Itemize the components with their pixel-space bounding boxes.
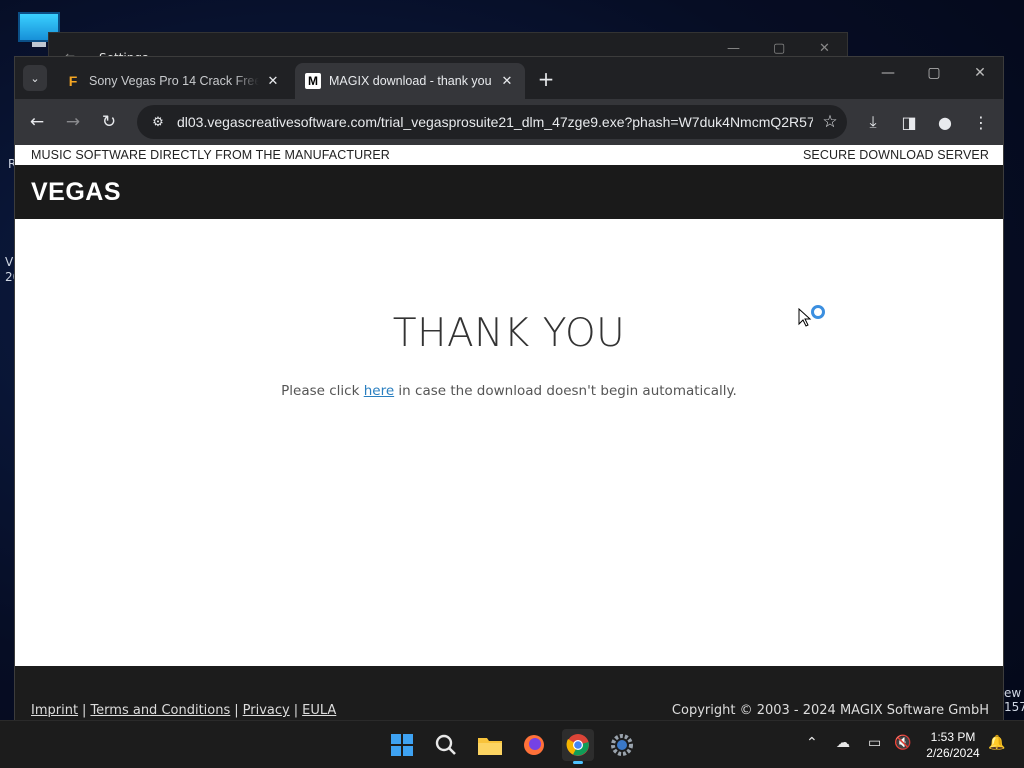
topbar-tagline: MUSIC SOFTWARE DIRECTLY FROM THE MANUFAC… bbox=[31, 148, 390, 162]
folder-icon bbox=[478, 738, 502, 755]
url-text[interactable]: dl03.vegascreativesoftware.com/trial_veg… bbox=[173, 114, 813, 130]
site-info-icon[interactable]: ⚙ bbox=[143, 115, 173, 130]
clock-date: 2/26/2024 bbox=[926, 746, 980, 760]
show-hidden-icons-chevron-icon[interactable]: ⌃ bbox=[806, 735, 818, 751]
browser-toolbar: ← → ↻ ⚙ dl03.vegascreativesoftware.com/t… bbox=[15, 99, 1003, 145]
chrome-button[interactable] bbox=[562, 729, 594, 764]
forward-arrow-icon[interactable]: → bbox=[61, 110, 85, 134]
close-icon[interactable]: ✕ bbox=[819, 41, 830, 56]
manual-download-link[interactable]: here bbox=[364, 383, 394, 399]
start-button[interactable] bbox=[386, 729, 418, 761]
chrome-icon bbox=[566, 734, 589, 756]
copyright-text: Copyright © 2003 - 2024 MAGIX Software G… bbox=[671, 703, 989, 718]
tab-title: Sony Vegas Pro 14 Crack Free Download bbox=[89, 74, 259, 88]
web-page: MUSIC SOFTWARE DIRECTLY FROM THE MANUFAC… bbox=[15, 145, 1003, 720]
main-content: THANK YOU Please click here in case the … bbox=[15, 219, 1003, 666]
page-topbar: MUSIC SOFTWARE DIRECTLY FROM THE MANUFAC… bbox=[15, 145, 1003, 165]
clock-time: 1:53 PM bbox=[930, 730, 976, 744]
file-explorer-button[interactable] bbox=[474, 729, 506, 761]
close-tab-icon[interactable]: ✕ bbox=[265, 73, 281, 89]
tab-search-button[interactable]: ⌄ bbox=[23, 65, 47, 91]
firefox-icon bbox=[524, 735, 544, 755]
firefox-button[interactable] bbox=[518, 729, 550, 761]
page-title: THANK YOU bbox=[392, 311, 626, 356]
system-clock[interactable]: 1:53 PM 2/26/2024 bbox=[918, 729, 988, 761]
favicon-f-icon: F bbox=[68, 73, 78, 89]
close-window-icon[interactable]: ✕ bbox=[965, 65, 995, 81]
eula-link[interactable]: EULA bbox=[302, 703, 336, 718]
maximize-icon[interactable]: ▢ bbox=[773, 41, 785, 56]
chrome-browser-window: ⌄ F Sony Vegas Pro 14 Crack Free Downloa… bbox=[14, 56, 1004, 720]
download-message: Please click here in case the download d… bbox=[281, 383, 737, 399]
vegas-logo[interactable]: VEGAS bbox=[31, 178, 121, 207]
tab-magix-download[interactable]: M MAGIX download - thank you ✕ bbox=[295, 63, 525, 99]
tab-title: MAGIX download - thank you bbox=[329, 74, 492, 88]
side-panel-icon[interactable]: ◨ bbox=[897, 110, 921, 134]
tab-sony-vegas-crack[interactable]: F Sony Vegas Pro 14 Crack Free Download … bbox=[55, 63, 291, 99]
windows-logo-icon bbox=[391, 734, 413, 756]
address-bar[interactable]: ⚙ dl03.vegascreativesoftware.com/trial_v… bbox=[137, 105, 847, 139]
network-icon[interactable]: ▭ bbox=[868, 735, 881, 751]
footer-links: Imprint | Terms and Conditions | Privacy | EUL… bbox=[31, 703, 337, 718]
brand-header: VEGAS bbox=[15, 165, 1003, 219]
loading-spinner-icon bbox=[811, 305, 825, 319]
new-tab-button[interactable]: + bbox=[535, 67, 557, 91]
back-arrow-icon[interactable]: ← bbox=[25, 110, 49, 134]
volume-muted-icon[interactable]: 🔇 bbox=[894, 735, 911, 751]
notification-bell-icon[interactable]: 🔔 bbox=[988, 735, 1005, 751]
terms-link[interactable]: Terms and Conditions bbox=[90, 703, 230, 718]
tab-strip: ⌄ F Sony Vegas Pro 14 Crack Free Downloa… bbox=[15, 57, 1003, 99]
desktop-label-fragment: 157 bbox=[1004, 700, 1024, 714]
reload-icon[interactable]: ↻ bbox=[97, 110, 121, 134]
topbar-secure-server: SECURE DOWNLOAD SERVER bbox=[802, 148, 989, 162]
desktop-label-fragment: ew bbox=[1004, 686, 1022, 700]
privacy-link[interactable]: Privacy bbox=[243, 703, 290, 718]
minimize-icon[interactable]: — bbox=[727, 41, 740, 56]
close-tab-icon[interactable]: ✕ bbox=[499, 73, 515, 89]
search-button[interactable] bbox=[430, 729, 462, 761]
settings-button[interactable] bbox=[606, 729, 638, 761]
download-icon[interactable]: ⤓ bbox=[861, 110, 885, 134]
gear-icon bbox=[611, 734, 633, 756]
page-footer: Imprint | Terms and Conditions | Privacy | EUL… bbox=[15, 666, 1003, 720]
taskbar: ⌃ ☁ ▭ 🔇 1:53 PM 2/26/2024 🔔 bbox=[0, 720, 1024, 768]
onedrive-cloud-icon[interactable]: ☁ bbox=[836, 735, 850, 751]
minimize-icon[interactable]: — bbox=[873, 65, 903, 81]
maximize-icon[interactable]: ▢ bbox=[919, 65, 949, 81]
mouse-cursor-icon bbox=[798, 308, 812, 327]
more-menu-icon[interactable]: ⋮ bbox=[969, 110, 993, 134]
profile-avatar-icon[interactable]: ● bbox=[933, 110, 957, 134]
chevron-down-icon: ⌄ bbox=[30, 71, 40, 85]
bookmark-star-icon[interactable]: ☆ bbox=[813, 112, 847, 132]
search-icon bbox=[435, 734, 456, 755]
favicon-m-icon: M bbox=[305, 73, 321, 89]
imprint-link[interactable]: Imprint bbox=[31, 703, 78, 718]
